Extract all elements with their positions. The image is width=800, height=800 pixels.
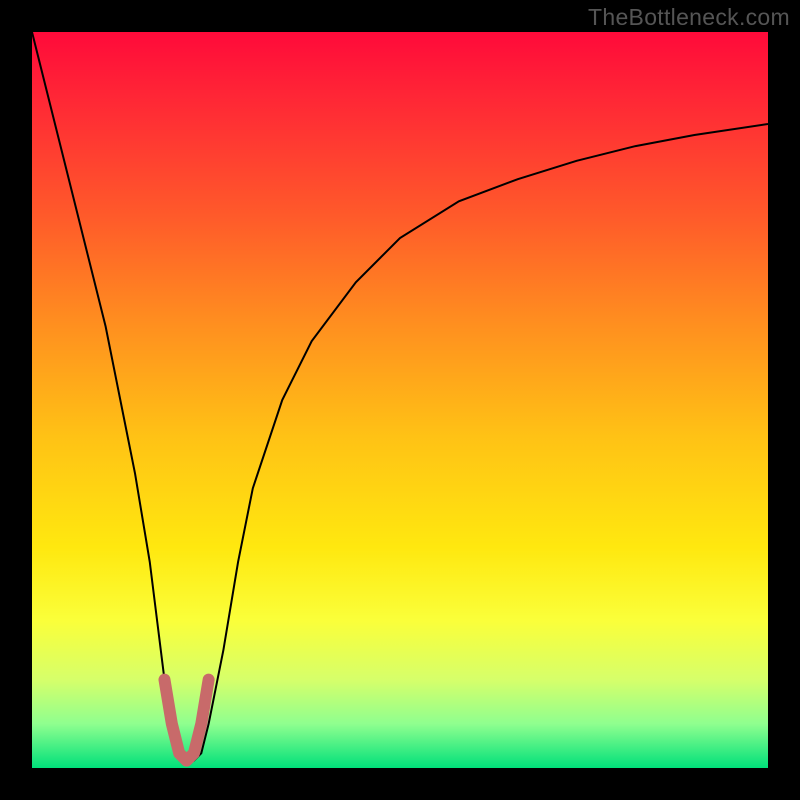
chart-svg <box>32 32 768 768</box>
watermark-text: TheBottleneck.com <box>588 4 790 31</box>
chart-frame: TheBottleneck.com <box>0 0 800 800</box>
plot-area <box>32 32 768 768</box>
